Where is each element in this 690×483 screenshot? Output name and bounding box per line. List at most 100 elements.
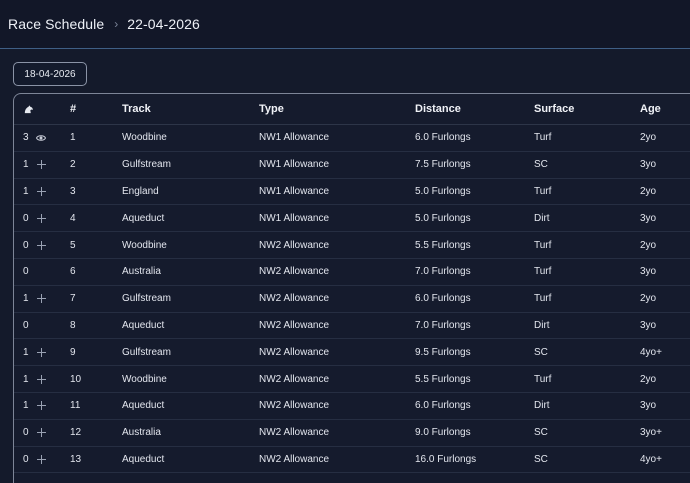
race-number: 2 [70,159,76,171]
table-row[interactable]: 0 13 Aqueduct NW2 Allowance 16.0 Furlongs SC 4… [14,447,690,474]
race-surface: Turf [534,266,552,278]
entries-cell: 1 [23,179,46,205]
entries-count: 0 [23,239,29,251]
race-number: 4 [70,212,76,224]
race-age: 2yo [640,132,657,144]
race-number: 9 [70,346,76,358]
race-surface: Dirt [534,319,550,331]
race-age: 3yo+ [640,427,662,439]
table-row[interactable]: 1 11 Aqueduct NW2 Allowance 6.0 Furlongs Dirt… [14,393,690,420]
plus-icon[interactable] [37,428,46,438]
race-surface: Turf [534,293,552,305]
table-row[interactable]: 0 12 Australia NW2 Allowance 9.0 Furlongs SC 3… [14,420,690,447]
col-header-surface[interactable]: Surface [534,94,574,124]
track-name: Gulfstream [122,346,171,358]
race-type: NW2 Allowance [259,266,330,278]
race-type: NW2 Allowance [259,293,330,305]
col-header-type[interactable]: Type [259,94,284,124]
race-age: 3yo [640,159,657,171]
race-type: NW1 Allowance [259,132,330,144]
race-surface: SC [534,427,548,439]
table-row[interactable]: 1 3 England NW1 Allowance 5.0 Furlongs Turf 2y… [14,179,690,206]
entries-count: 0 [23,212,29,224]
race-distance: 5.0 Furlongs [415,185,471,197]
entries-cell: 1 [23,286,46,312]
race-age: 3yo [640,212,657,224]
date-filter-button[interactable]: 18-04-2026 [13,62,87,86]
race-distance: 6.0 Furlongs [415,132,471,144]
chevron-right-icon: › [114,17,119,31]
race-distance: 7.0 Furlongs [415,266,471,278]
entries-count: 1 [23,293,29,305]
race-age: 2yo [640,373,657,385]
entries-cell: 1 [23,152,46,178]
race-number: 3 [70,185,76,197]
race-type: NW2 Allowance [259,427,330,439]
eye-icon[interactable] [36,134,46,142]
plus-icon[interactable] [37,401,46,411]
entries-cell: 0 [23,447,46,473]
breadcrumb-date: 22-04-2026 [127,16,200,32]
plus-icon[interactable] [37,374,46,384]
table-row[interactable]: 1 7 Gulfstream NW2 Allowance 6.0 Furlongs Tur… [14,286,690,313]
race-type: NW2 Allowance [259,239,330,251]
col-header-number[interactable]: # [70,94,76,124]
track-name: Australia [122,427,161,439]
table-row[interactable]: 3 1 Woodbine NW1 Allowance 6.0 Furlongs Turf 2… [14,125,690,152]
breadcrumb-title[interactable]: Race Schedule [8,16,104,32]
entries-cell: 0 [23,313,31,339]
table-header-row: # Track Type Distance Surface Age [14,94,690,125]
race-distance: 6.0 Furlongs [415,400,471,412]
table-row[interactable]: 0 8 Aqueduct NW2 Allowance 7.0 Furlongs Dirt 3… [14,313,690,340]
race-distance: 5.5 Furlongs [415,239,471,251]
plus-icon[interactable] [37,213,46,223]
table-row[interactable]: 0 6 Australia NW2 Allowance 7.0 Furlongs Turf… [14,259,690,286]
plus-icon[interactable] [37,454,46,464]
table-row[interactable]: 1 10 Woodbine NW2 Allowance 5.5 Furlongs Turf… [14,366,690,393]
entries-count: 1 [23,346,29,358]
race-distance: 16.0 Furlongs [415,453,477,465]
entries-count: 1 [23,400,29,412]
track-name: England [122,185,159,197]
entries-count: 1 [23,159,29,171]
entries-cell: 3 [23,125,46,151]
track-name: Aqueduct [122,319,165,331]
table-row[interactable]: 1 9 Gulfstream NW2 Allowance 9.5 Furlongs SC 4… [14,339,690,367]
entries-cell: 0 [23,259,31,285]
plus-icon[interactable] [37,347,46,357]
track-name: Aqueduct [122,400,165,412]
race-surface: Turf [534,185,552,197]
race-surface: Turf [534,239,552,251]
race-distance: 6.0 Furlongs [415,293,471,305]
race-distance: 5.0 Furlongs [415,212,471,224]
track-name: Australia [122,266,161,278]
race-surface: Dirt [534,212,550,224]
race-number: 7 [70,293,76,305]
race-table: # Track Type Distance Surface Age 3 1 Wood… [13,93,690,483]
race-number: 12 [70,427,82,439]
race-age: 3yo [640,266,657,278]
race-surface: SC [534,453,548,465]
col-header-distance[interactable]: Distance [415,94,461,124]
table-row[interactable]: 0 5 Woodbine NW2 Allowance 5.5 Furlongs Turf 2… [14,232,690,259]
race-type: NW2 Allowance [259,453,330,465]
race-number: 5 [70,239,76,251]
track-name: Woodbine [122,239,167,251]
entries-count: 0 [23,427,29,439]
race-number: 1 [70,132,76,144]
plus-icon[interactable] [37,294,46,304]
race-distance: 9.5 Furlongs [415,346,471,358]
race-distance: 7.5 Furlongs [415,159,471,171]
table-row[interactable]: 1 2 Gulfstream NW1 Allowance 7.5 Furlongs SC 3… [14,152,690,179]
col-header-age[interactable]: Age [640,94,661,124]
race-age: 3yo [640,319,657,331]
col-header-track[interactable]: Track [122,94,151,124]
plus-icon[interactable] [37,240,46,250]
race-type: NW2 Allowance [259,319,330,331]
plus-icon[interactable] [37,186,46,196]
table-row[interactable]: 0 4 Aqueduct NW1 Allowance 5.0 Furlongs Dirt 3… [14,205,690,233]
race-surface: Turf [534,132,552,144]
plus-icon[interactable] [37,160,46,170]
track-name: Aqueduct [122,212,165,224]
race-surface: Dirt [534,400,550,412]
